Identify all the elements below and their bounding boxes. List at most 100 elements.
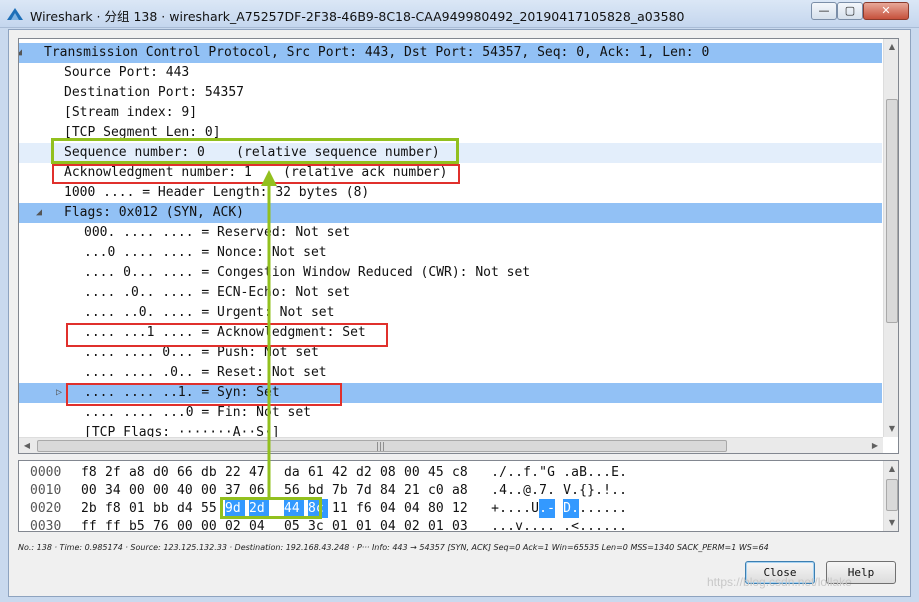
ascii-char[interactable]: + [491,499,499,518]
tree-row[interactable]: ◢ Flags: 0x012 (SYN, ACK) [19,203,882,223]
ascii-char[interactable]: . [563,517,571,531]
hex-scroll-down-arrow-icon[interactable]: ▼ [884,515,898,531]
tree-row[interactable]: [TCP Segment Len: 0] [19,123,882,143]
hex-byte[interactable]: 02 [404,517,424,531]
hex-byte[interactable]: f8 [81,463,101,482]
hex-byte[interactable]: 04 [380,499,400,518]
hex-byte[interactable]: 00 [153,481,173,500]
tree-row[interactable]: .... .0.. .... = ECN-Echo: Not set [19,283,882,303]
ascii-char[interactable]: . [507,481,515,500]
hex-byte[interactable]: 00 [177,517,197,531]
scroll-up-arrow-icon[interactable]: ▲ [884,39,898,55]
ascii-char[interactable]: V [563,481,571,500]
hex-byte[interactable]: 44 [284,499,304,518]
tree-row[interactable]: .... ..0. .... = Urgent: Not set [19,303,882,323]
hex-byte[interactable]: bb [153,499,173,518]
ascii-char[interactable]: . [515,499,523,518]
hex-byte[interactable]: 01 [129,499,149,518]
hex-byte[interactable]: d0 [153,463,173,482]
tree-row[interactable]: 1000 .... = Header Length: 32 bytes (8) [19,183,882,203]
tree-row[interactable]: 000. .... .... = Reserved: Not set [19,223,882,243]
hex-byte[interactable]: 01 [428,517,448,531]
minimize-button[interactable]: — [811,2,837,20]
hex-byte[interactable]: c8 [452,463,472,482]
ascii-char[interactable]: . [571,481,579,500]
ascii-char[interactable]: . [611,517,619,531]
hex-byte[interactable]: f6 [356,499,376,518]
ascii-char[interactable]: . [531,517,539,531]
tree-row[interactable]: .... 0... .... = Congestion Window Reduc… [19,263,882,283]
ascii-char[interactable]: . [579,499,587,518]
tree-row[interactable]: .... .... 0... = Push: Not set [19,343,882,363]
ascii-char[interactable]: { [579,481,587,500]
ascii-char[interactable]: . [507,499,515,518]
ascii-char[interactable]: . [619,481,627,500]
hex-byte[interactable]: 2b [81,499,101,518]
expanded-arrow-icon[interactable]: ◢ [19,43,25,63]
close-window-button[interactable]: ✕ [863,2,909,20]
hex-byte[interactable]: 45 [428,463,448,482]
ascii-char[interactable]: . [547,517,555,531]
tree-row[interactable]: .... .... ...0 = Fin: Not set [19,403,882,423]
ascii-char[interactable] [555,499,563,518]
ascii-char[interactable]: . [587,463,595,482]
hex-byte[interactable]: bd [308,481,328,500]
ascii-char[interactable]: . [603,517,611,531]
tree-row[interactable]: Source Port: 443 [19,63,882,83]
ascii-char[interactable]: . [587,517,595,531]
ascii-char[interactable]: . [595,481,603,500]
hex-byte[interactable]: 7d [356,481,376,500]
ascii-char[interactable]: . [499,499,507,518]
tree-row[interactable]: ▷ .... .... ..1. = Syn: Set [19,383,882,403]
ascii-char[interactable]: . [611,481,619,500]
hex-byte[interactable]: 22 [225,463,245,482]
ascii-char[interactable] [555,517,563,531]
hex-byte[interactable]: 55 [201,499,221,518]
hex-byte[interactable]: 21 [404,481,424,500]
ascii-char[interactable]: . [547,481,555,500]
hex-byte[interactable]: 76 [153,517,173,531]
ascii-char[interactable]: . [603,463,611,482]
ascii-char[interactable]: . [515,481,523,500]
ascii-char[interactable]: / [499,463,507,482]
hex-byte[interactable]: 34 [105,481,125,500]
ascii-char[interactable] [555,463,563,482]
tree-row[interactable]: [Stream index: 9] [19,103,882,123]
ascii-char[interactable]: f [523,463,531,482]
scroll-left-arrow-icon[interactable]: ◀ [19,438,35,453]
ascii-char[interactable]: " [539,463,547,482]
ascii-char[interactable]: D [563,499,571,518]
ascii-char[interactable] [555,481,563,500]
tree-vertical-scrollbar[interactable]: ▲ ▼ [883,39,898,437]
hex-byte[interactable]: 80 [428,499,448,518]
ascii-char[interactable]: ! [603,481,611,500]
hex-byte[interactable]: 00 [81,481,101,500]
hex-byte[interactable]: 06 [249,481,269,500]
ascii-char[interactable]: . [539,517,547,531]
tree-hscroll-thumb[interactable]: ||| [37,440,727,452]
tree-row[interactable]: Acknowledgment number: 1 (relative ack n… [19,163,882,183]
tree-row[interactable]: .... .... .0.. = Reset: Not set [19,363,882,383]
tree-row[interactable]: Destination Port: 54357 [19,83,882,103]
hex-byte[interactable]: da [284,463,304,482]
tree-vscroll-thumb[interactable] [886,99,898,323]
ascii-char[interactable]: . [619,463,627,482]
hex-byte[interactable]: 12 [452,499,472,518]
hex-byte[interactable]: d4 [177,499,197,518]
hex-byte[interactable]: b5 [129,517,149,531]
hex-byte[interactable]: 9d [225,499,245,518]
ascii-char[interactable]: . [523,517,531,531]
hex-byte[interactable]: d2 [356,463,376,482]
hex-byte[interactable]: 05 [284,517,304,531]
hex-byte[interactable]: 00 [129,481,149,500]
hex-byte[interactable]: 66 [177,463,197,482]
ascii-char[interactable]: @ [523,481,531,500]
ascii-char[interactable]: . [515,463,523,482]
hex-byte[interactable]: 00 [201,481,221,500]
hex-byte[interactable]: c0 [428,481,448,500]
tree-row[interactable]: Sequence number: 0 (relative sequence nu… [19,143,882,163]
ascii-char[interactable]: - [547,499,555,518]
packet-bytes-pane[interactable]: 0000 f8 2f a8 d0 66 db 22 47 da 61 42 d2 08 00 45 c8. /..… [18,460,899,532]
hex-byte[interactable]: a8 [129,463,149,482]
hex-byte[interactable]: 8c [308,499,328,518]
